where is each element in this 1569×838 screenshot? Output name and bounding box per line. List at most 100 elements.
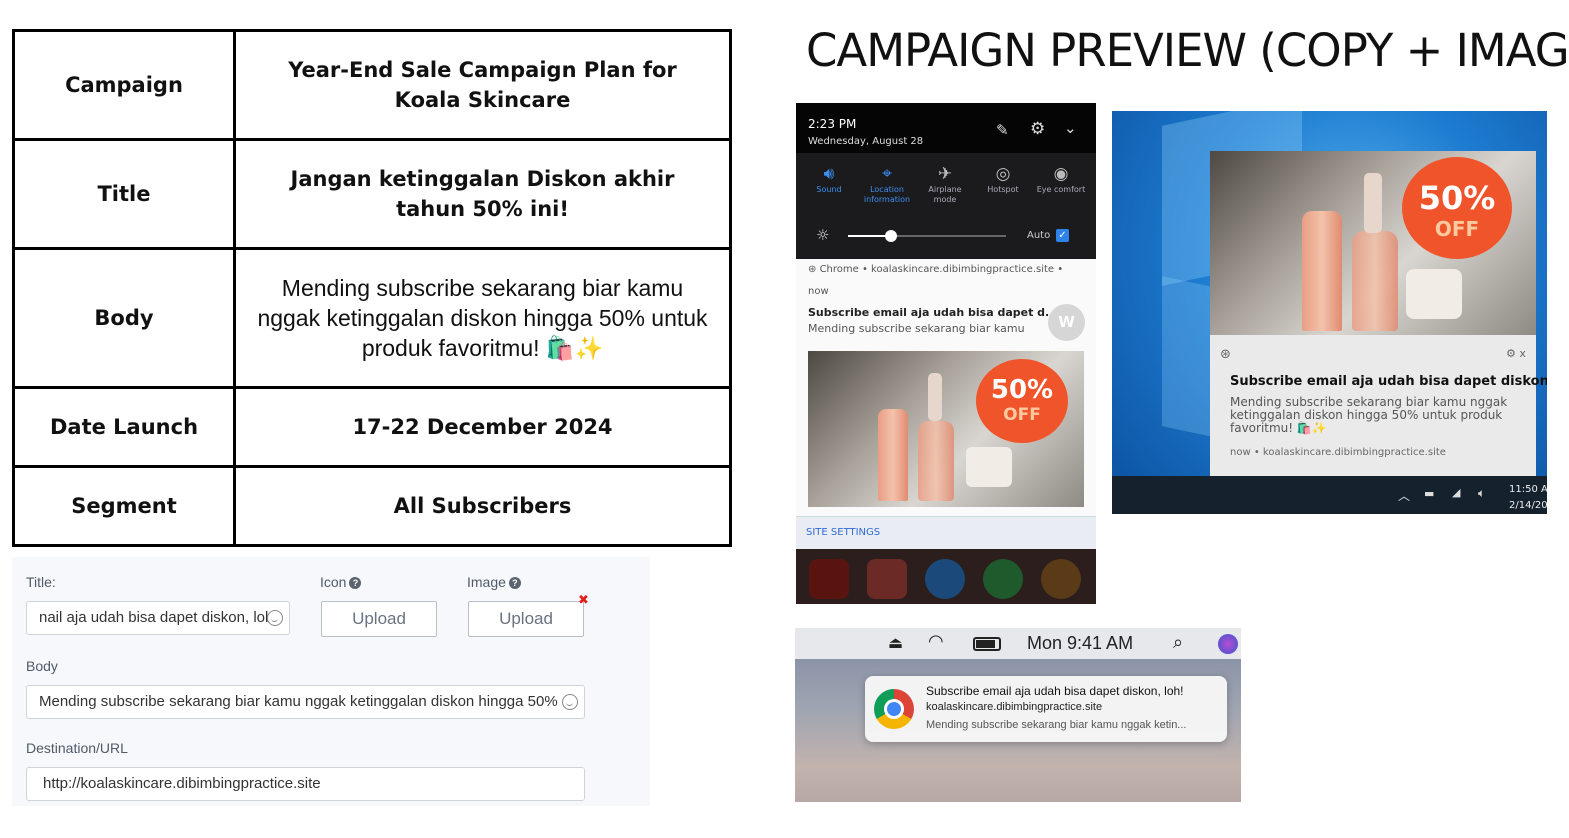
mac-notification[interactable]: Subscribe email aja udah bisa dapet disk… bbox=[865, 676, 1227, 742]
auto-checkbox[interactable]: ✓ bbox=[1056, 229, 1069, 242]
body-label: Body bbox=[26, 658, 58, 674]
siri-icon[interactable] bbox=[1218, 634, 1238, 654]
row-label: Segment bbox=[12, 465, 236, 547]
battery-icon[interactable]: ▬ bbox=[1424, 487, 1434, 500]
clock: 2:23 PM bbox=[808, 117, 857, 131]
chrome-icon: ⊛ bbox=[808, 264, 820, 275]
chrome-app-icon[interactable] bbox=[1041, 559, 1081, 599]
skype-app-icon[interactable] bbox=[925, 559, 965, 599]
row-label: Date Launch bbox=[12, 386, 236, 468]
table-row: Campaign Year-End Sale Campaign Plan for… bbox=[12, 29, 732, 141]
preview-heading: CAMPAIGN PREVIEW (COPY + IMAGE) bbox=[806, 24, 1569, 77]
discount-badge: 50% OFF bbox=[976, 359, 1068, 443]
toast-title: Subscribe email aja udah bisa dapet disk… bbox=[1230, 374, 1547, 389]
icon-label: Icon? bbox=[320, 574, 362, 590]
row-value: Mending subscribe sekarang biar kamu ngg… bbox=[233, 247, 732, 389]
title-input-value: nail aja udah bisa dapet diskon, lol bbox=[39, 609, 269, 626]
sound-icon: 🔊︎ bbox=[823, 164, 835, 184]
wifi-icon[interactable]: ◢ bbox=[1452, 486, 1460, 499]
remove-image-icon[interactable]: ✖ bbox=[578, 593, 589, 608]
row-value: 17-22 December 2024 bbox=[233, 386, 732, 468]
auto-label: Auto bbox=[1027, 230, 1051, 241]
notification-title: Subscribe email aja udah bisa dapet d... bbox=[808, 306, 1058, 319]
icon-upload-button[interactable]: Upload bbox=[321, 601, 437, 637]
airplay-icon[interactable]: ⏏ bbox=[888, 633, 903, 652]
row-label: Campaign bbox=[12, 29, 236, 141]
windows-toast[interactable]: 50% OFF ⊛ ⚙ x Subscribe email aja udah b… bbox=[1210, 151, 1547, 476]
site-settings-button[interactable]: SITE SETTINGS bbox=[806, 527, 880, 538]
toast-footer: now • koalaskincare.dibimbingpractice.si… bbox=[1230, 447, 1446, 458]
promo-image: 50% OFF bbox=[1210, 151, 1536, 335]
mac-notification-body: Mending subscribe sekarang biar kamu ngg… bbox=[926, 719, 1187, 731]
volume-icon[interactable]: 🔈︎ bbox=[1478, 486, 1485, 501]
hotspot-icon: ◎ bbox=[995, 164, 1011, 184]
date: Wednesday, August 28 bbox=[808, 136, 924, 147]
gear-icon[interactable]: ⚙ bbox=[1506, 347, 1519, 360]
toggle-location[interactable]: ⌖ Location information bbox=[858, 164, 916, 205]
notification-time: now bbox=[808, 286, 829, 297]
help-icon[interactable]: ? bbox=[508, 577, 521, 589]
title-input[interactable]: nail aja udah bisa dapet diskon, lol bbox=[26, 601, 290, 635]
gear-icon[interactable]: ⚙ bbox=[1030, 119, 1045, 139]
url-label: Destination/URL bbox=[26, 740, 128, 756]
table-row: Body Mending subscribe sekarang biar kam… bbox=[12, 247, 732, 389]
battery-icon[interactable] bbox=[973, 637, 1001, 651]
close-icon[interactable]: x bbox=[1519, 347, 1526, 360]
search-icon[interactable]: ⌕ bbox=[1173, 632, 1183, 653]
row-label: Body bbox=[12, 247, 236, 389]
windows-preview: 50% OFF ⊛ ⚙ x Subscribe email aja udah b… bbox=[1112, 111, 1547, 514]
chrome-icon bbox=[874, 689, 914, 729]
row-value: Year-End Sale Campaign Plan for Koala Sk… bbox=[233, 29, 732, 141]
avatar: W bbox=[1048, 304, 1085, 341]
body-input-value: Mending subscribe sekarang biar kamu ngg… bbox=[39, 693, 558, 710]
taskbar-clock[interactable]: 11:50 AM2/14/20 bbox=[1509, 482, 1547, 514]
table-row: Title Jangan ketinggalan Diskon akhir ta… bbox=[12, 138, 732, 250]
chevron-up-icon[interactable]: ︿ bbox=[1398, 487, 1410, 504]
toggle-eye-comfort[interactable]: ◉ Eye comfort bbox=[1032, 164, 1090, 195]
help-icon[interactable]: ? bbox=[349, 577, 362, 589]
eye-icon: ◉ bbox=[1053, 164, 1069, 184]
image-upload-button[interactable]: Upload bbox=[468, 601, 584, 637]
menubar-clock[interactable]: Mon 9:41 AM bbox=[1027, 633, 1133, 654]
notification-source: ⊛ Chrome • koalaskincare.dibimbingpracti… bbox=[808, 264, 1064, 275]
emoji-icon[interactable] bbox=[562, 694, 578, 710]
toggle-airplane[interactable]: ✈ Airplane mode bbox=[916, 166, 974, 205]
mac-notification-site: koalaskincare.dibimbingpractice.site bbox=[926, 701, 1103, 713]
image-label: Image? bbox=[467, 574, 521, 590]
chevron-down-icon[interactable]: ⌄ bbox=[1064, 119, 1077, 137]
campaign-plan-table: Campaign Year-End Sale Campaign Plan for… bbox=[12, 29, 732, 547]
chrome-icon: ⊛ bbox=[1220, 347, 1231, 362]
quick-settings: 🔊︎ Sound ⌖ Location information ✈ Airplane … bbox=[796, 153, 1096, 259]
brightness-slider[interactable] bbox=[848, 230, 1006, 242]
row-value: All Subscribers bbox=[233, 465, 732, 547]
mac-menubar: ⏏ ◠ Mon 9:41 AM ⌕ bbox=[795, 628, 1241, 659]
android-preview: 2:23 PM Wednesday, August 28 ✎ ⚙ ⌄ 🔊︎ Sou… bbox=[796, 103, 1096, 604]
location-icon: ⌖ bbox=[882, 164, 892, 184]
table-row: Date Launch 17-22 December 2024 bbox=[12, 386, 732, 468]
brightness-handle[interactable] bbox=[884, 230, 897, 242]
notification-body: Mending subscribe sekarang biar kamu bbox=[808, 322, 1025, 335]
toggle-sound[interactable]: 🔊︎ Sound bbox=[800, 164, 858, 195]
brightness-icon: ☼ bbox=[816, 226, 830, 244]
android-notification-card[interactable]: ⊛ Chrome • koalaskincare.dibimbingpracti… bbox=[796, 259, 1096, 549]
mac-preview: ⏏ ◠ Mon 9:41 AM ⌕ Subscribe email aja ud… bbox=[795, 628, 1241, 802]
promo-image: 50% OFF bbox=[808, 351, 1084, 507]
taskbar: ︿ ▬ ◢ 🔈︎ 11:50 AM2/14/20 bbox=[1112, 476, 1547, 514]
toast-body: Mending subscribe sekarang biar kamu ngg… bbox=[1230, 395, 1508, 435]
mac-notification-title: Subscribe email aja udah bisa dapet disk… bbox=[926, 684, 1184, 698]
whatsapp-app-icon[interactable] bbox=[983, 559, 1023, 599]
url-input[interactable]: http://koalaskincare.dibimbingpractice.s… bbox=[26, 767, 585, 801]
app-dock bbox=[796, 549, 1096, 604]
notification-form: Title: Icon? Image? nail aja udah bisa d… bbox=[12, 557, 650, 806]
table-row: Segment All Subscribers bbox=[12, 465, 732, 547]
site-settings-bar: SITE SETTINGS bbox=[796, 516, 1096, 549]
toggle-hotspot[interactable]: ◎ Hotspot bbox=[974, 164, 1032, 195]
emoji-icon[interactable] bbox=[267, 610, 283, 626]
edit-icon[interactable]: ✎ bbox=[996, 121, 1009, 139]
phone-app-icon[interactable] bbox=[809, 559, 849, 599]
body-input[interactable]: Mending subscribe sekarang biar kamu ngg… bbox=[26, 685, 585, 719]
discount-badge: 50% OFF bbox=[1402, 157, 1512, 259]
gmail-app-icon[interactable] bbox=[867, 559, 907, 599]
wifi-icon[interactable]: ◠ bbox=[928, 631, 944, 652]
toast-settings[interactable]: ⚙ x bbox=[1506, 347, 1526, 360]
